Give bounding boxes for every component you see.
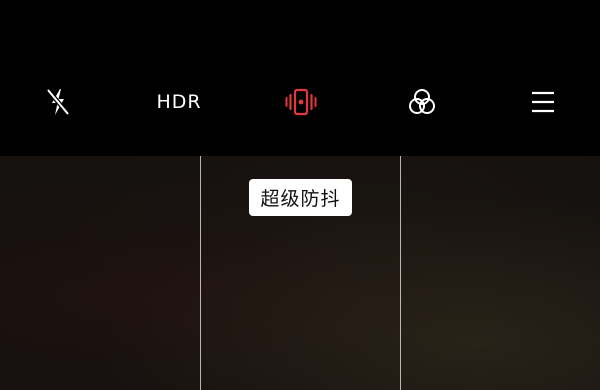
hdr-label: HDR: [156, 91, 202, 113]
filters-button[interactable]: [400, 82, 444, 122]
flash-off-icon: [45, 86, 71, 118]
menu-icon: [530, 89, 556, 115]
grid-line-right: [400, 156, 401, 390]
camera-top-toolbar: HDR: [0, 0, 600, 156]
filters-icon: [407, 87, 437, 117]
flash-toggle-button[interactable]: [36, 82, 80, 122]
camera-screen: HDR 超级防抖: [0, 0, 600, 390]
super-stabilization-icon: [285, 86, 317, 118]
menu-button[interactable]: [521, 82, 565, 122]
grid-line-left: [200, 156, 201, 390]
stabilization-mode-toast: 超级防抖: [249, 179, 352, 216]
super-stabilization-button[interactable]: [279, 82, 323, 122]
hdr-toggle-button[interactable]: HDR: [150, 82, 208, 122]
